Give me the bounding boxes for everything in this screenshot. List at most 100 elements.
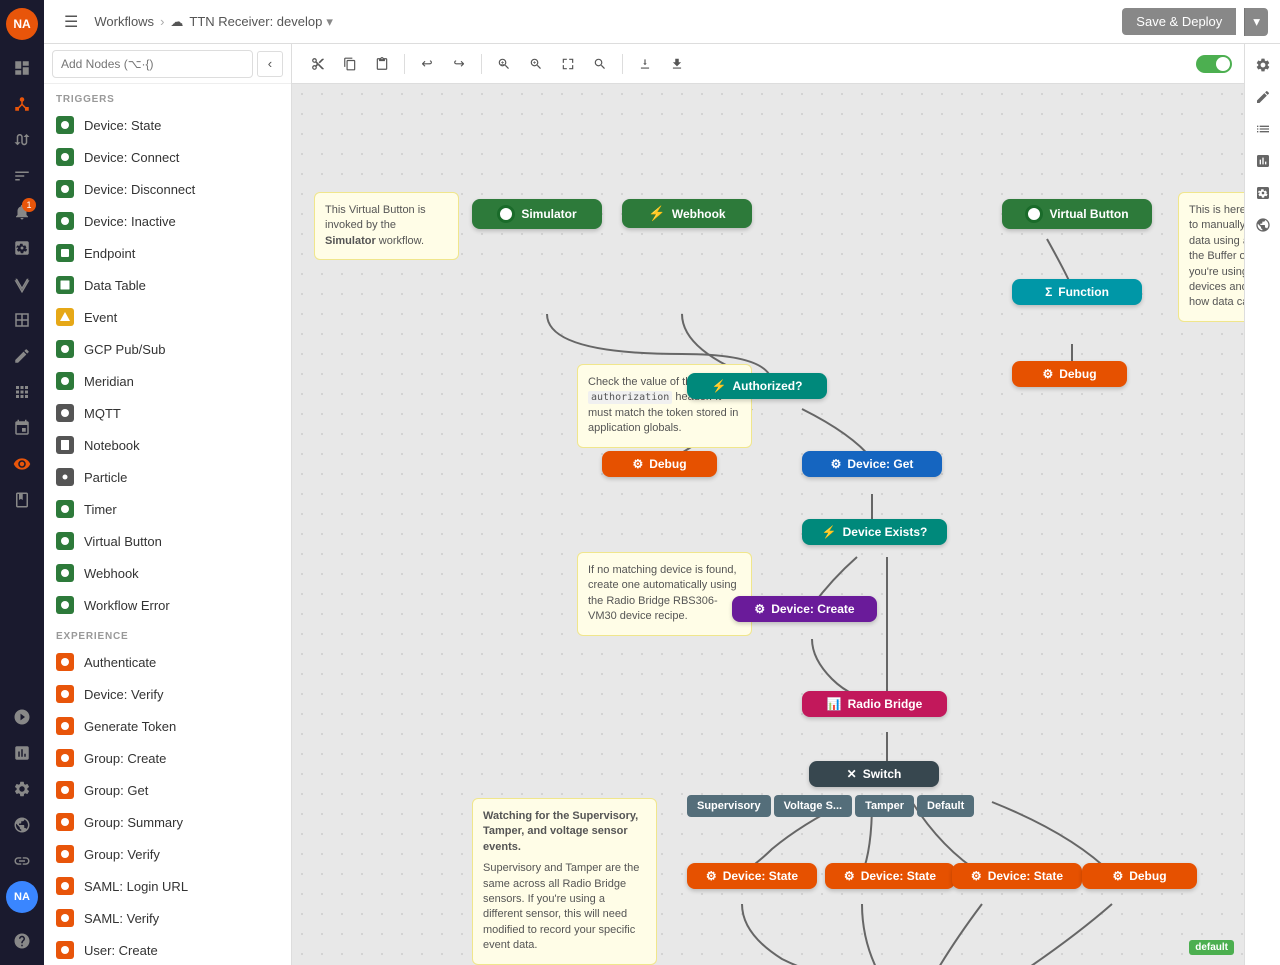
zoom-out-button[interactable] [490,50,518,78]
sidebar-item-authenticate[interactable]: Authenticate [44,646,291,678]
save-deploy-dropdown[interactable]: ▾ [1244,8,1268,36]
nav-icon-data[interactable] [6,160,38,192]
import-button[interactable] [631,50,659,78]
sidebar-item-user-create[interactable]: User: Create [44,934,291,965]
sidebar-item-group-verify[interactable]: Group: Verify [44,838,291,870]
sidebar-item-virtual-button[interactable]: Virtual Button [44,525,291,557]
sidebar-item-particle[interactable]: Particle [44,461,291,493]
sidebar-item-workflow-error[interactable]: Workflow Error [44,589,291,621]
sidebar-item-saml-verify[interactable]: SAML: Verify [44,902,291,934]
endpoint-icon [56,244,74,262]
sidebar-label-device-inactive: Device: Inactive [84,214,176,229]
app-logo[interactable]: NA [6,8,38,40]
sidebar-label-event: Event [84,310,117,325]
right-panel-list[interactable] [1250,116,1276,142]
sidebar-item-saml-login-url[interactable]: SAML: Login URL [44,870,291,902]
nav-icon-analytics[interactable] [6,737,38,769]
sidebar-item-device-inactive[interactable]: Device: Inactive [44,205,291,237]
workflow-canvas[interactable]: This Virtual Button is invoked by the Si… [292,84,1244,965]
node-debug-4[interactable]: ⚙ Debug [1082,863,1197,889]
search-input[interactable] [52,50,253,78]
hamburger-menu[interactable]: ☰ [56,8,86,36]
sidebar-item-mqtt[interactable]: MQTT [44,397,291,429]
sidebar-item-webhook[interactable]: Webhook [44,557,291,589]
tab-default[interactable]: Default [917,795,974,817]
node-authorized[interactable]: ⚡ Authorized? [687,373,827,399]
sidebar-item-gcp-pubsub[interactable]: GCP Pub/Sub [44,333,291,365]
sidebar-label-device-verify: Device: Verify [84,687,163,702]
nav-icon-pen[interactable] [6,340,38,372]
node-webhook[interactable]: ⚡ Webhook [622,199,752,228]
enabled-toggle[interactable] [1196,55,1232,73]
node-device-state-1[interactable]: ⚙ Device: State [687,863,817,889]
sidebar-item-data-table[interactable]: Data Table [44,269,291,301]
tab-supervisory[interactable]: Supervisory [687,795,771,817]
undo-button[interactable]: ↩ [413,50,441,78]
nav-icon-workflows[interactable] [6,124,38,156]
search-canvas-button[interactable] [586,50,614,78]
redo-button[interactable]: ↪ [445,50,473,78]
nav-icon-experience-views[interactable] [6,448,38,480]
sidebar-item-event[interactable]: Event [44,301,291,333]
nav-icon-globe[interactable] [6,809,38,841]
sidebar-item-notebook[interactable]: Notebook [44,429,291,461]
right-panel-chart[interactable] [1250,148,1276,174]
nav-icon-table[interactable] [6,304,38,336]
sidebar-item-endpoint[interactable]: Endpoint [44,237,291,269]
zoom-in-button[interactable] [522,50,550,78]
right-panel-settings2[interactable] [1250,180,1276,206]
cut-button[interactable] [304,50,332,78]
sidebar-item-timer[interactable]: Timer [44,493,291,525]
node-device-exists[interactable]: ⚡ Device Exists? [802,519,947,545]
notification-badge: 1 [22,198,36,212]
node-debug-left[interactable]: ⚙ Debug [602,451,717,477]
breadcrumb-workflows[interactable]: Workflows [94,14,154,29]
nav-icon-settings[interactable] [6,232,38,264]
copy-button[interactable] [336,50,364,78]
node-debug-function[interactable]: ⚙ Debug [1012,361,1127,387]
node-device-state-3[interactable]: ⚙ Device: State [952,863,1082,889]
export-button[interactable] [663,50,691,78]
node-simulator[interactable]: Simulator [472,199,602,229]
node-switch[interactable]: ✕ Switch [809,761,939,787]
sidebar-item-device-state[interactable]: Device: State [44,109,291,141]
nav-icon-api[interactable] [6,268,38,300]
nav-icon-flow[interactable] [6,412,38,444]
node-radio-bridge[interactable]: 📊 Radio Bridge [802,691,947,717]
nav-icon-link[interactable] [6,845,38,877]
sidebar-item-generate-token[interactable]: Generate Token [44,710,291,742]
sidebar-back-btn[interactable]: ‹ [257,51,283,77]
sidebar-item-device-connect[interactable]: Device: Connect [44,141,291,173]
right-panel-globe[interactable] [1250,212,1276,238]
sidebar-item-device-verify[interactable]: Device: Verify [44,678,291,710]
dropdown-arrow-icon[interactable]: ▾ [326,14,333,30]
sidebar-item-device-disconnect[interactable]: Device: Disconnect [44,173,291,205]
tab-voltage[interactable]: Voltage S... [774,795,852,817]
sticky-note-4: This is here to demonstrate how to manua… [1178,192,1244,322]
sidebar-label-group-verify: Group: Verify [84,847,160,862]
node-virtual-button[interactable]: Virtual Button [1002,199,1152,229]
nav-icon-node-red[interactable] [6,701,38,733]
fit-view-button[interactable] [554,50,582,78]
save-deploy-button[interactable]: Save & Deploy [1122,8,1236,35]
sidebar-item-meridian[interactable]: Meridian [44,365,291,397]
node-device-create[interactable]: ⚙ Device: Create [732,596,877,622]
nav-icon-settings2[interactable] [6,773,38,805]
sidebar-item-group-create[interactable]: Group: Create [44,742,291,774]
tab-tamper[interactable]: Tamper [855,795,914,817]
paste-button[interactable] [368,50,396,78]
right-panel-settings[interactable] [1250,52,1276,78]
sidebar-item-group-summary[interactable]: Group: Summary [44,806,291,838]
nav-icon-devices[interactable] [6,88,38,120]
nav-icon-home[interactable] [6,52,38,84]
nav-icon-grid[interactable] [6,376,38,408]
right-panel-pen[interactable] [1250,84,1276,110]
node-device-state-2[interactable]: ⚙ Device: State [825,863,955,889]
nav-icon-notifications[interactable]: 1 [6,196,38,228]
node-device-get[interactable]: ⚙ Device: Get [802,451,942,477]
node-function[interactable]: Σ Function [1012,279,1142,305]
nav-icon-notebook[interactable] [6,484,38,516]
user-avatar[interactable]: NA [6,881,38,913]
sidebar-item-group-get[interactable]: Group: Get [44,774,291,806]
nav-icon-help[interactable] [6,925,38,957]
